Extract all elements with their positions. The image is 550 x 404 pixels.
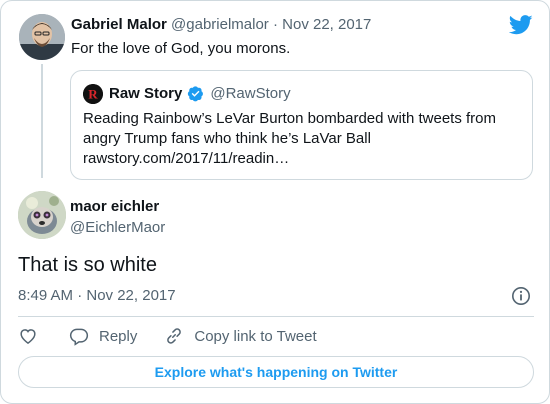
- parent-tweet-header: Gabriel Malor @gabrielmalor · Nov 22, 20…: [71, 16, 371, 33]
- copy-link-label: Copy link to Tweet: [194, 327, 317, 345]
- quoted-tweet-header: Raw Story @RawStory: [109, 85, 291, 102]
- quoted-text-line: Reading Rainbow’s LeVar Burton bombarded…: [83, 110, 496, 127]
- tweet-timestamp[interactable]: 8:49 AM · Nov 22, 2017: [18, 287, 176, 304]
- parent-author-handle[interactable]: @gabrielmalor: [171, 16, 269, 33]
- thread-connector-line: [41, 64, 43, 178]
- heart-icon: [20, 329, 36, 344]
- divider: [18, 316, 534, 317]
- like-button[interactable]: [18, 326, 38, 346]
- tweet-embed-card: Gabriel Malor @gabrielmalor · Nov 22, 20…: [0, 0, 550, 404]
- link-icon: [167, 328, 182, 344]
- quoted-author-name: Raw Story: [109, 85, 183, 102]
- tweet-actions: Reply Copy link to Tweet: [18, 325, 317, 347]
- verified-badge-icon: [188, 86, 204, 102]
- copy-link-button[interactable]: Copy link to Tweet: [164, 326, 317, 346]
- parent-tweet-text: For the love of God, you morons.: [71, 40, 291, 57]
- main-author-name[interactable]: maor eichler: [70, 198, 159, 215]
- quoted-tweet[interactable]: R Raw Story @RawStory Reading Rainbow’s …: [70, 70, 533, 180]
- quoted-tweet-text: Reading Rainbow’s LeVar Burton bombarded…: [83, 109, 523, 169]
- parent-tweet-date[interactable]: Nov 22, 2017: [282, 16, 371, 33]
- reply-label: Reply: [99, 327, 138, 345]
- twitter-bird-icon[interactable]: [509, 15, 533, 35]
- separator-dot: ·: [272, 16, 278, 33]
- svg-text:R: R: [88, 87, 98, 102]
- explore-twitter-button[interactable]: Explore what's happening on Twitter: [18, 356, 534, 388]
- parent-author-name[interactable]: Gabriel Malor: [71, 16, 167, 33]
- quoted-author-handle: @RawStory: [210, 85, 291, 102]
- reply-button[interactable]: Reply: [69, 326, 137, 346]
- main-author-handle[interactable]: @EichlerMaor: [70, 219, 165, 236]
- info-icon[interactable]: [511, 286, 531, 306]
- main-author-avatar[interactable]: [18, 191, 66, 239]
- reply-bubble-icon: [69, 328, 89, 346]
- main-tweet-text: That is so white: [18, 254, 157, 276]
- quoted-text-line: angry Trump fans who think he’s LaVar Ba…: [83, 130, 371, 147]
- quoted-link-text: rawstory.com/2017/11/readin…: [83, 150, 290, 167]
- quoted-author-avatar: R: [83, 84, 103, 104]
- parent-author-avatar[interactable]: [19, 14, 65, 60]
